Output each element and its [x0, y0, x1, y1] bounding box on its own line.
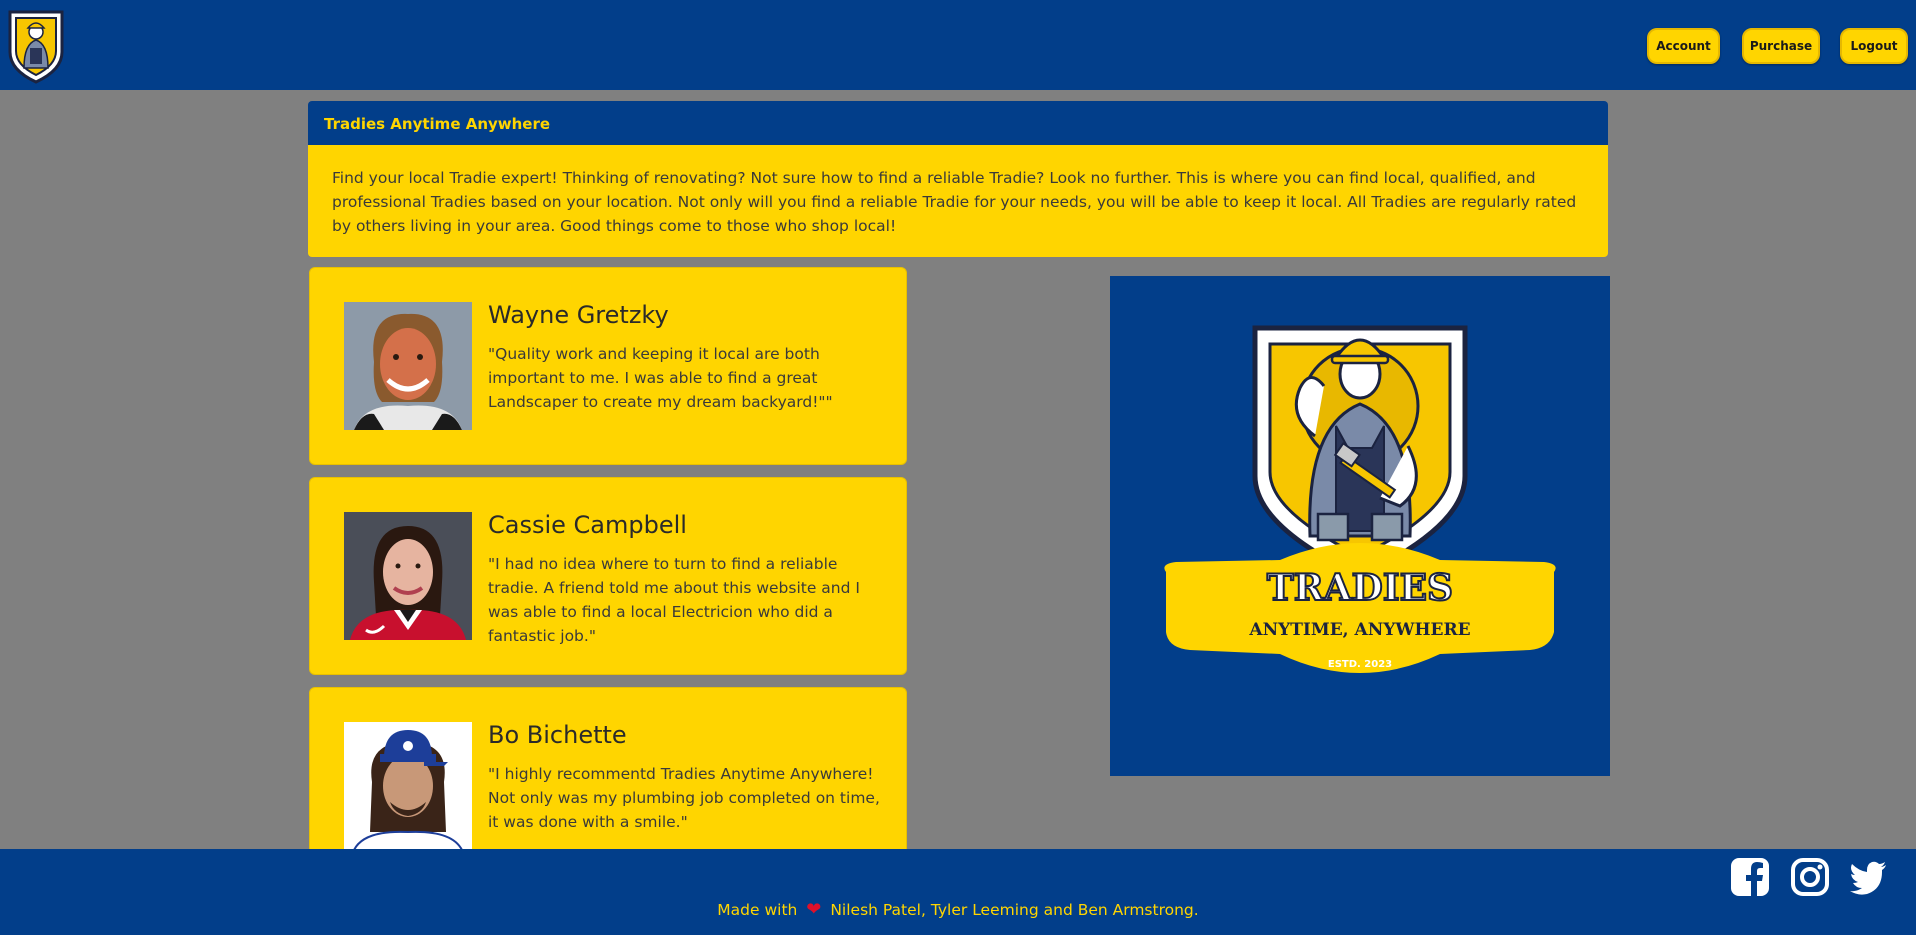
intro-card: Tradies Anytime Anywhere Find your local… [308, 101, 1608, 257]
footer: Made with ❤ Nilesh Patel, Tyler Leeming … [0, 849, 1916, 935]
testimonial-name: Bo Bichette [488, 721, 627, 749]
intro-title: Tradies Anytime Anywhere [308, 101, 1608, 145]
purchase-button[interactable]: Purchase [1742, 28, 1820, 64]
facebook-icon[interactable] [1730, 857, 1770, 897]
footer-credits: Made with ❤ Nilesh Patel, Tyler Leeming … [0, 899, 1916, 920]
intro-body: Find your local Tradie expert! Thinking … [308, 145, 1608, 257]
testimonial-quote: "Quality work and keeping it local are b… [488, 345, 833, 411]
testimonial-name: Cassie Campbell [488, 511, 687, 539]
avatar [344, 722, 472, 850]
logout-button[interactable]: Logout [1840, 28, 1908, 64]
testimonial-card: Cassie Campbell "I had no idea where to … [309, 477, 907, 675]
brand-established: ESTD. 2023 [1328, 659, 1392, 670]
account-button[interactable]: Account [1647, 28, 1720, 64]
brand-name: TRADIES [1267, 567, 1453, 609]
footer-made-with: Made with [717, 901, 798, 919]
brand-tagline: ANYTIME, ANYWHERE [1248, 620, 1470, 640]
footer-authors: Nilesh Patel, Tyler Leeming and Ben Arms… [830, 901, 1199, 919]
instagram-icon[interactable] [1790, 857, 1830, 897]
testimonial-quote: "I highly recommentd Tradies Anytime Any… [488, 765, 880, 831]
testimonial-name: Wayne Gretzky [488, 301, 669, 329]
avatar [344, 512, 472, 640]
heart-icon: ❤ [806, 899, 822, 920]
testimonial-quote: "I had no idea where to turn to find a r… [488, 555, 860, 645]
testimonial-card: Wayne Gretzky "Quality work and keeping … [309, 267, 907, 465]
twitter-icon[interactable] [1848, 857, 1888, 897]
tradies-logo-icon[interactable] [4, 8, 68, 84]
avatar [344, 302, 472, 430]
top-navbar: Account Purchase Logout [0, 0, 1916, 90]
brand-logo-panel: TRADIES ANYTIME, ANYWHERE ESTD. 2023 [1110, 276, 1610, 776]
tradies-badge-icon: TRADIES ANYTIME, ANYWHERE ESTD. 2023 [1164, 325, 1556, 673]
